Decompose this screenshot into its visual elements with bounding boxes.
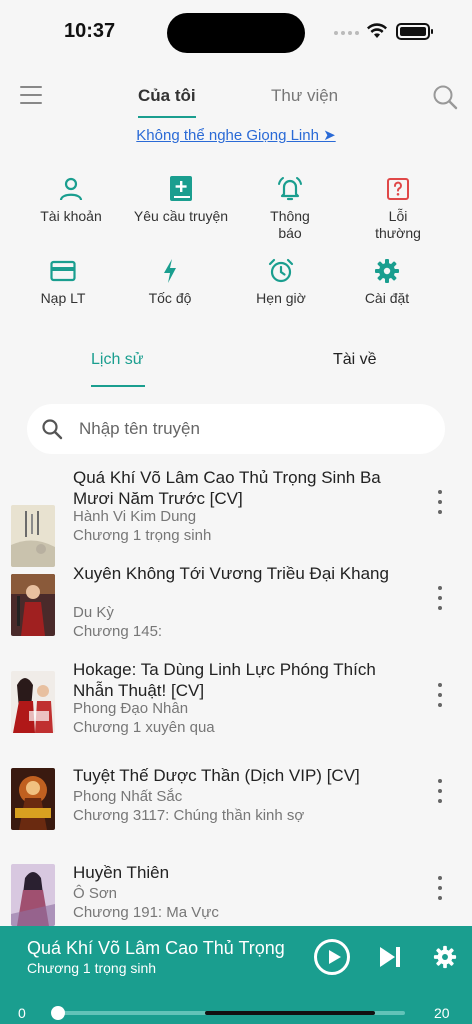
story-author: Ô Sơn bbox=[73, 885, 118, 902]
progress-track[interactable] bbox=[55, 1011, 405, 1015]
search-icon bbox=[42, 419, 63, 440]
story-chapter: Chương 1 trọng sinh bbox=[73, 527, 212, 544]
player-title[interactable]: Quá Khí Võ Lâm Cao Thủ Trọng bbox=[27, 938, 307, 959]
tab-history[interactable]: Lịch sử bbox=[91, 351, 144, 369]
common-errors-label: Lỗi thường bbox=[375, 208, 421, 241]
settings-label: Cài đặt bbox=[364, 290, 410, 306]
request-story-label: Yêu cầu truyện bbox=[133, 208, 229, 224]
voice-unavailable-link[interactable]: Không thể nghe Giọng Linh ➤ bbox=[0, 126, 472, 144]
story-title: Hokage: Ta Dùng Linh Lực Phóng Thích Nhẫ… bbox=[73, 660, 376, 700]
progress-thumb[interactable] bbox=[51, 1006, 65, 1020]
play-button[interactable] bbox=[314, 939, 350, 975]
more-options-icon[interactable] bbox=[432, 490, 448, 514]
story-chapter: Chương 145: bbox=[73, 623, 163, 640]
book-cover bbox=[11, 768, 55, 830]
story-author: Hành Vi Kim Dung bbox=[73, 508, 197, 525]
timer-button[interactable]: Hẹn giờ bbox=[226, 256, 336, 307]
notifications-label: Thông báo bbox=[270, 208, 310, 241]
book-cover bbox=[11, 671, 55, 733]
status-bar: 10:37 bbox=[0, 0, 472, 60]
player-settings-icon[interactable] bbox=[433, 945, 457, 969]
skip-next-icon[interactable] bbox=[378, 946, 402, 968]
more-options-icon[interactable] bbox=[432, 779, 448, 803]
top-up-button[interactable]: Nạp LT bbox=[8, 256, 118, 307]
battery-icon bbox=[396, 23, 433, 40]
search-input[interactable] bbox=[79, 419, 399, 439]
story-chapter: Chương 3117: Chúng thần kinh sợ bbox=[73, 807, 305, 824]
story-author: Phong Đạo Nhân bbox=[73, 700, 189, 717]
request-story-button[interactable]: Yêu cầu truyện bbox=[126, 174, 236, 225]
tab-thu-vien[interactable]: Thư viện bbox=[271, 86, 338, 106]
timer-label: Hẹn giờ bbox=[256, 290, 306, 306]
story-chapter: Chương 1 xuyên qua bbox=[73, 719, 215, 736]
sub-tab-indicator bbox=[91, 385, 145, 387]
account-label: Tài khoản bbox=[40, 208, 102, 224]
story-title: Tuyệt Thế Dược Thần (Dịch VIP) [CV] bbox=[73, 766, 360, 785]
book-add-icon bbox=[170, 176, 192, 201]
settings-button[interactable]: Cài đặt bbox=[332, 256, 442, 307]
gear-icon bbox=[375, 259, 399, 283]
cellular-icon bbox=[334, 31, 359, 35]
person-icon bbox=[59, 177, 83, 201]
story-author: Du Kỳ bbox=[73, 604, 114, 621]
story-title: Xuyên Không Tới Vương Triều Đại Khang bbox=[73, 564, 389, 583]
story-author: Phong Nhất Sắc bbox=[73, 788, 183, 805]
top-up-label: Nạp LT bbox=[40, 290, 86, 306]
dynamic-island bbox=[167, 13, 305, 53]
active-tab-indicator bbox=[138, 116, 196, 118]
more-options-icon[interactable] bbox=[432, 876, 448, 900]
story-title: Quá Khí Võ Lâm Cao Thủ Trọng Sinh Ba Mươ… bbox=[73, 468, 381, 508]
story-chapter: Chương 191: Ma Vực bbox=[73, 904, 219, 921]
list-item[interactable]: Quá Khí Võ Lâm Cao Thủ Trọng Sinh Ba Mươ… bbox=[0, 464, 472, 567]
buffer-bar bbox=[205, 1011, 375, 1015]
common-errors-button[interactable]: Lỗi thường bbox=[343, 174, 453, 242]
tab-cua-toi[interactable]: Của tôi bbox=[138, 86, 196, 106]
time-start: 0 bbox=[18, 1005, 26, 1021]
list-item[interactable]: Tuyệt Thế Dược Thần (Dịch VIP) [CV] Phon… bbox=[0, 763, 472, 859]
menu-icon[interactable] bbox=[20, 86, 42, 104]
more-options-icon[interactable] bbox=[432, 586, 448, 610]
book-cover bbox=[11, 505, 55, 567]
player-chapter: Chương 1 trọng sinh bbox=[27, 960, 157, 976]
time-end: 20 bbox=[434, 1005, 450, 1021]
card-icon bbox=[50, 260, 76, 282]
search-bar bbox=[27, 404, 445, 454]
mini-player: Quá Khí Võ Lâm Cao Thủ Trọng Chương 1 tr… bbox=[0, 926, 472, 1024]
bolt-icon bbox=[164, 259, 176, 283]
notifications-button[interactable]: Thông báo bbox=[235, 174, 345, 242]
status-time: 10:37 bbox=[64, 20, 116, 42]
account-button[interactable]: Tài khoản bbox=[16, 174, 126, 225]
alarm-icon bbox=[268, 258, 294, 283]
story-title: Huyền Thiên bbox=[73, 863, 170, 882]
more-options-icon[interactable] bbox=[432, 683, 448, 707]
speed-button[interactable]: Tốc độ bbox=[115, 256, 225, 307]
bell-icon bbox=[278, 177, 302, 201]
help-box-icon bbox=[387, 178, 409, 200]
list-item[interactable]: Xuyên Không Tới Vương Triều Đại Khang Du… bbox=[0, 561, 472, 657]
list-item[interactable]: Hokage: Ta Dùng Linh Lực Phóng Thích Nhẫ… bbox=[0, 657, 472, 753]
speed-label: Tốc độ bbox=[148, 290, 192, 306]
book-cover bbox=[11, 864, 55, 926]
tab-downloads[interactable]: Tài về bbox=[333, 351, 377, 369]
book-cover bbox=[11, 574, 55, 636]
wifi-icon bbox=[367, 23, 387, 38]
search-icon[interactable] bbox=[432, 84, 458, 110]
